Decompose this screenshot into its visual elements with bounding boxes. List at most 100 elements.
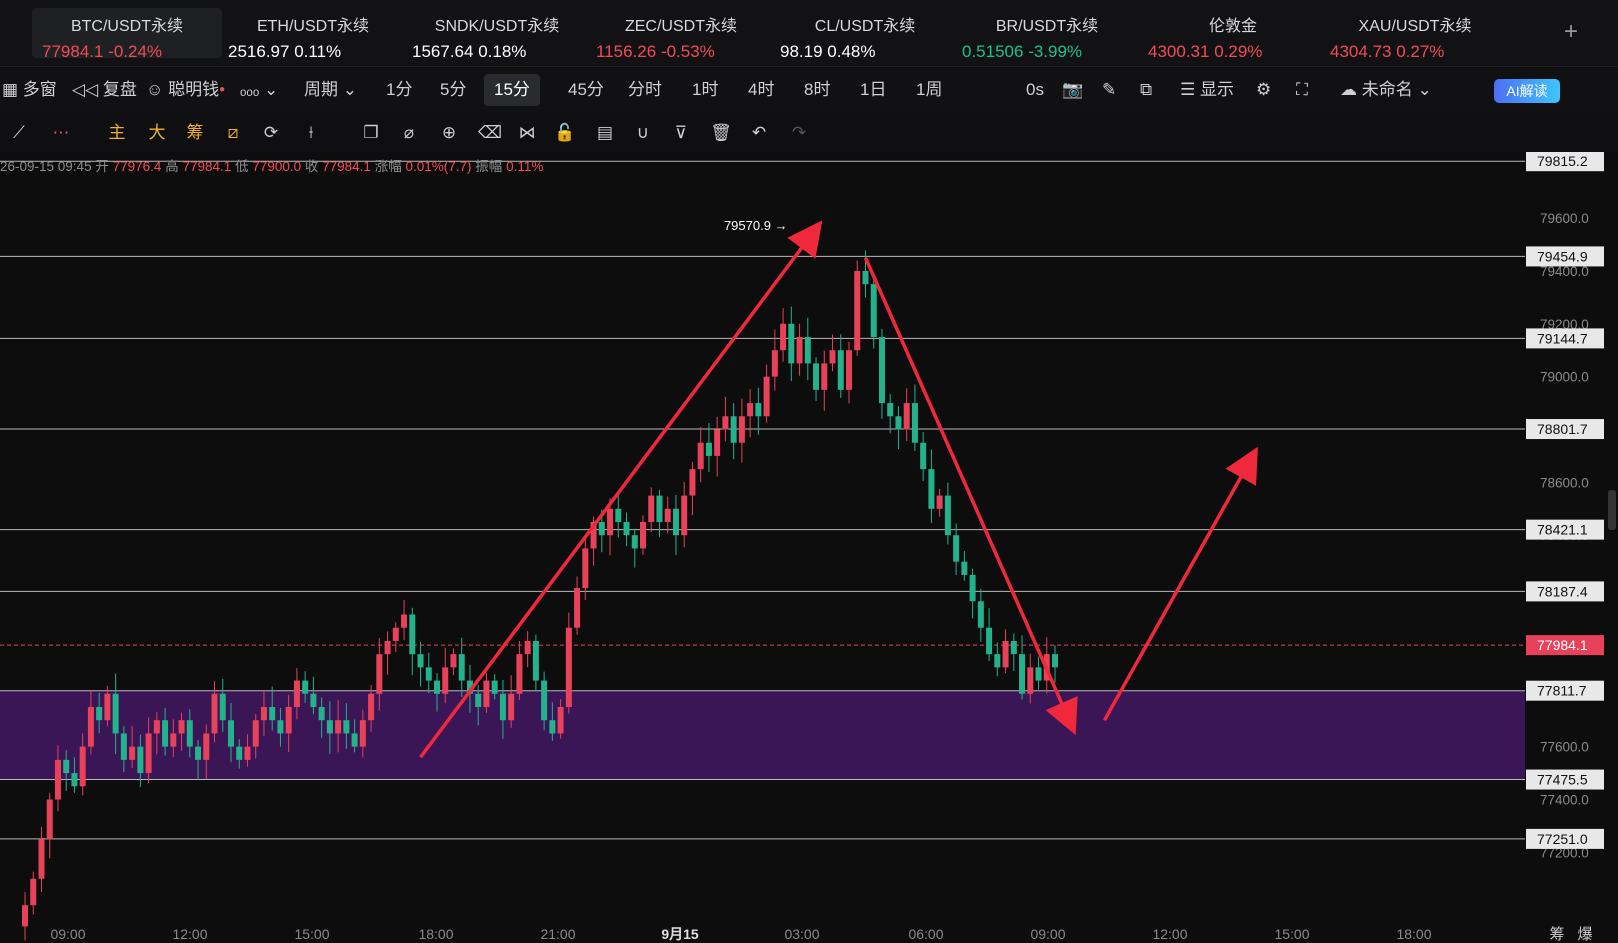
- ticker-item[interactable]: ZEC/USDT永续 1156.26 -0.53%: [586, 8, 776, 61]
- candle-body: [145, 733, 152, 774]
- interval-tab[interactable]: 8时: [804, 68, 830, 112]
- candle-body: [763, 376, 770, 417]
- interval-tab[interactable]: 5分: [440, 68, 466, 112]
- candle-body: [722, 416, 729, 430]
- redo-icon[interactable]: ↷: [788, 122, 810, 144]
- smart-money-button[interactable]: ☺ 聪明钱●: [146, 68, 225, 112]
- rewind-icon: ◁◁: [72, 80, 103, 99]
- candle-body: [417, 654, 424, 668]
- interval-tab[interactable]: 分时: [628, 68, 662, 112]
- interval-tab[interactable]: 1分: [386, 68, 412, 112]
- candle-body: [450, 654, 457, 668]
- multi-window-button[interactable]: ▦ 多窗: [2, 68, 57, 112]
- candle-body: [1010, 640, 1017, 655]
- layout-dropdown[interactable]: ☁ 未命名 ⌄: [1340, 68, 1432, 112]
- add-ticker-icon[interactable]: +: [1564, 18, 1578, 46]
- candle-body: [442, 667, 449, 694]
- measure-icon[interactable]: ⟊: [300, 122, 322, 144]
- ticker-name: CL/USDT永续: [814, 18, 916, 35]
- x-tick-label: 12:00: [172, 926, 207, 942]
- ruler-icon[interactable]: ⌀: [398, 122, 420, 144]
- candle-body: [821, 363, 828, 390]
- candle-body: [656, 495, 663, 522]
- ticker-item[interactable]: CL/USDT永续 98.19 0.48%: [770, 8, 960, 61]
- add-window-icon[interactable]: ⧉: [1140, 68, 1152, 112]
- candle-body: [631, 535, 638, 549]
- indicator-button[interactable]: ₒₒₒ ⌄: [240, 68, 278, 112]
- current-price-text: 77984.1: [1537, 637, 1588, 653]
- eraser-icon[interactable]: ⌫: [478, 122, 502, 144]
- ticker-price: 98.19 0.48%: [780, 42, 876, 61]
- candle-body: [862, 270, 869, 285]
- candle-body: [491, 680, 498, 694]
- candle-body: [38, 839, 45, 879]
- level-price-text: 78421.1: [1537, 522, 1588, 538]
- display-button[interactable]: ☰ 显示: [1180, 68, 1234, 112]
- candle-body: [532, 640, 539, 681]
- copy-icon[interactable]: ❐: [360, 122, 382, 144]
- candle-body: [969, 574, 976, 602]
- trendline-icon[interactable]: ⟋: [8, 122, 30, 144]
- camera-icon[interactable]: 📷: [1062, 68, 1083, 112]
- candle-body: [895, 416, 902, 430]
- main-indicator-button[interactable]: 主: [106, 122, 128, 144]
- candle-body: [384, 640, 391, 655]
- candle-body: [623, 522, 630, 536]
- candle-body: [335, 720, 342, 734]
- pattern-icon[interactable]: ⋈: [516, 122, 538, 144]
- pen-icon[interactable]: ✎: [1102, 68, 1116, 112]
- level-price-text: 78801.7: [1537, 421, 1588, 437]
- ticker-item[interactable]: XAU/USDT永续 4304.73 0.27%: [1320, 8, 1510, 61]
- ai-analysis-button[interactable]: AI解读: [1494, 79, 1560, 103]
- candle-body: [780, 323, 787, 351]
- candle-body: [260, 707, 267, 721]
- ticker-item[interactable]: 伦敦金 4300.31 0.29%: [1138, 8, 1328, 61]
- candle-body: [953, 535, 960, 562]
- ticker-item[interactable]: SNDK/USDT永续 1567.64 0.18%: [402, 8, 592, 61]
- candlestick-chart[interactable]: 79570.9 →79600.079400.079200.079000.0788…: [0, 152, 1618, 943]
- interval-tab[interactable]: 1时: [692, 68, 718, 112]
- sync-icon[interactable]: ⟳: [260, 122, 282, 144]
- interval-tab[interactable]: 45分: [568, 68, 604, 112]
- zoom-in-icon[interactable]: ⊕: [438, 122, 460, 144]
- side-handle[interactable]: [1608, 490, 1616, 530]
- fullscreen-icon[interactable]: ⛶: [1296, 68, 1308, 112]
- trash-icon[interactable]: 🗑: [710, 122, 732, 144]
- interval-tab[interactable]: 15分: [484, 74, 540, 106]
- ticker-name: BTC/USDT永续: [70, 18, 183, 35]
- ticker-item[interactable]: BTC/USDT永续 77984.1 -0.24%: [32, 8, 222, 61]
- x-tick-label: 06:00: [908, 926, 943, 942]
- template-icon[interactable]: ▤: [594, 122, 616, 144]
- replay-button[interactable]: ◁◁ 复盘: [72, 68, 137, 112]
- ticker-price: 77984.1 -0.24%: [42, 42, 163, 61]
- ticker-item[interactable]: BR/USDT永续 0.51506 -3.99%: [952, 8, 1142, 61]
- interval-tab[interactable]: 4时: [748, 68, 774, 112]
- candle-body: [1027, 667, 1034, 694]
- candle-body: [648, 495, 655, 522]
- x-tick-label: 09:00: [50, 926, 85, 942]
- interval-tab[interactable]: 1日: [860, 68, 886, 112]
- y-tick-label: 78600.0: [1540, 475, 1589, 490]
- candle-body: [796, 337, 803, 364]
- candle-body: [557, 707, 564, 734]
- interval-tab[interactable]: 1周: [916, 68, 942, 112]
- ticker-item[interactable]: ETH/USDT永续 2516.97 0.11%: [218, 8, 408, 61]
- ticker-price: 0.51506 -3.99%: [962, 42, 1083, 61]
- indicator-icon: ₒₒₒ ⌄: [240, 80, 279, 99]
- y-tick-label: 79600.0: [1540, 211, 1589, 226]
- candle-body: [747, 403, 754, 417]
- grid-icon: ▦: [2, 80, 23, 99]
- magnet-icon[interactable]: ∪: [632, 122, 654, 144]
- filter-icon[interactable]: ⊽: [670, 122, 692, 144]
- ticker-name: SNDK/USDT永续: [434, 18, 560, 35]
- settings-icon[interactable]: ⚙: [1256, 68, 1271, 112]
- dotted-line-icon[interactable]: ⋯•: [50, 122, 72, 164]
- edit-icon[interactable]: ⧄: [222, 122, 244, 144]
- chip-button[interactable]: 筹: [184, 122, 206, 144]
- undo-icon[interactable]: ↶: [748, 122, 770, 144]
- lock-icon[interactable]: 🔓: [554, 122, 576, 144]
- candle-body: [401, 614, 408, 628]
- big-order-button[interactable]: 大: [146, 122, 168, 144]
- period-dropdown[interactable]: 周期 ⌄: [304, 68, 357, 112]
- candle-body: [681, 495, 688, 536]
